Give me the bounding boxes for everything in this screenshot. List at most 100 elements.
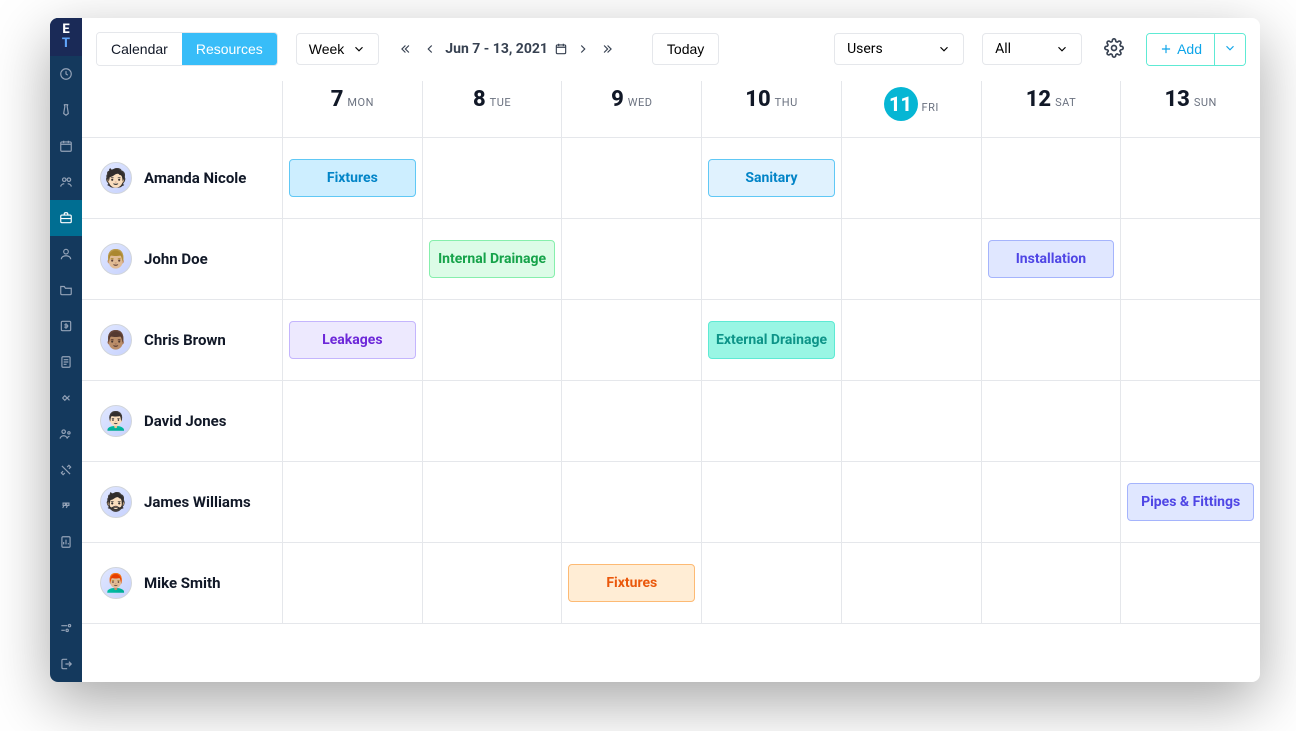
main-area: Calendar Resources Week Jun 7 - 13, 2021 (82, 18, 1260, 682)
chevron-down-icon (937, 42, 951, 56)
logout-icon[interactable] (50, 646, 82, 682)
cell-fri[interactable] (841, 300, 981, 380)
gear-icon (1104, 38, 1124, 58)
day-header-fri: 11FRI (841, 81, 981, 137)
view-toggle: Calendar Resources (96, 32, 278, 66)
task-sanitary[interactable]: Sanitary (708, 159, 835, 197)
cell-sat[interactable] (981, 462, 1121, 542)
users-map-icon[interactable] (50, 164, 82, 200)
handshake-icon[interactable] (50, 380, 82, 416)
header-spacer (82, 81, 282, 137)
cell-sat[interactable] (981, 381, 1121, 461)
briefcase-icon[interactable] (50, 200, 82, 236)
view-resources-button[interactable]: Resources (182, 33, 277, 65)
settings-sliders-icon[interactable] (50, 610, 82, 646)
cell-sun[interactable] (1120, 138, 1260, 218)
cell-sun[interactable] (1120, 300, 1260, 380)
cell-mon[interactable] (282, 543, 422, 623)
cell-wed[interactable] (561, 219, 701, 299)
cell-fri[interactable] (841, 381, 981, 461)
toolbar: Calendar Resources Week Jun 7 - 13, 2021 (82, 18, 1260, 81)
user-cell: 👨🏽 Chris Brown (82, 300, 282, 380)
prev-double-button[interactable] (397, 40, 415, 58)
task-installation[interactable]: Installation (988, 240, 1115, 278)
cell-sat[interactable] (981, 543, 1121, 623)
cell-sat[interactable] (981, 300, 1121, 380)
tools-icon[interactable] (50, 452, 82, 488)
prev-button[interactable] (421, 40, 439, 58)
today-button[interactable]: Today (652, 33, 719, 65)
next-button[interactable] (574, 40, 592, 58)
tie-icon[interactable] (50, 92, 82, 128)
all-filter-select[interactable]: All (982, 33, 1082, 65)
row-mike: 👨🏼‍🦰 Mike Smith Fixtures (82, 543, 1260, 624)
cell-mon[interactable]: Leakages (282, 300, 422, 380)
view-calendar-button[interactable]: Calendar (97, 33, 182, 65)
cell-tue[interactable] (422, 381, 562, 461)
cell-thu[interactable] (701, 543, 841, 623)
cell-mon[interactable] (282, 462, 422, 542)
dashboard-icon[interactable] (50, 56, 82, 92)
day-header-wed: 9WED (561, 81, 701, 137)
row-james: 🧔🏻 James Williams Pipes & Fittings (82, 462, 1260, 543)
sidebar: ET (50, 18, 82, 682)
task-fixtures[interactable]: Fixtures (568, 564, 695, 602)
cell-sat[interactable]: Installation (981, 219, 1121, 299)
scheduler-grid: 7MON 8TUE 9WED 10THU 11FRI 12SAT (82, 81, 1260, 682)
calendar-icon[interactable] (50, 128, 82, 164)
billing-icon[interactable] (50, 308, 82, 344)
add-button[interactable]: Add (1147, 34, 1214, 65)
date-range: Jun 7 - 13, 2021 (445, 41, 568, 57)
cell-fri[interactable] (841, 219, 981, 299)
users-filter-select[interactable]: Users (834, 33, 964, 65)
document-icon[interactable] (50, 344, 82, 380)
user-cell: 👨🏻‍🦱 David Jones (82, 381, 282, 461)
quote-icon[interactable] (50, 488, 82, 524)
cell-thu[interactable]: Sanitary (701, 138, 841, 218)
cell-tue[interactable] (422, 300, 562, 380)
task-external-drainage[interactable]: External Drainage (708, 321, 835, 359)
cell-fri[interactable] (841, 138, 981, 218)
cell-tue[interactable] (422, 543, 562, 623)
report-icon[interactable] (50, 524, 82, 560)
cell-wed[interactable] (561, 462, 701, 542)
cell-wed[interactable]: Fixtures (561, 543, 701, 623)
cell-fri[interactable] (841, 462, 981, 542)
team-icon[interactable] (50, 416, 82, 452)
cell-tue[interactable] (422, 138, 562, 218)
cell-thu[interactable] (701, 381, 841, 461)
cell-sat[interactable] (981, 138, 1121, 218)
header-row: 7MON 8TUE 9WED 10THU 11FRI 12SAT (82, 81, 1260, 138)
folder-icon[interactable] (50, 272, 82, 308)
cell-thu[interactable] (701, 462, 841, 542)
cell-sun[interactable] (1120, 543, 1260, 623)
cell-mon[interactable] (282, 381, 422, 461)
user-cell: 🧑🏻 Amanda Nicole (82, 138, 282, 218)
avatar: 👨🏼 (100, 243, 132, 275)
add-dropdown-button[interactable] (1214, 34, 1245, 65)
task-pipes-fittings[interactable]: Pipes & Fittings (1127, 483, 1254, 521)
cell-wed[interactable] (561, 300, 701, 380)
cell-sun[interactable] (1120, 219, 1260, 299)
cell-sun[interactable] (1120, 381, 1260, 461)
user-cell: 👨🏼 John Doe (82, 219, 282, 299)
cell-tue[interactable] (422, 462, 562, 542)
cell-thu[interactable]: External Drainage (701, 300, 841, 380)
task-leakages[interactable]: Leakages (289, 321, 416, 359)
task-internal-drainage[interactable]: Internal Drainage (429, 240, 556, 278)
period-select[interactable]: Week (296, 33, 380, 65)
cell-wed[interactable] (561, 381, 701, 461)
task-fixtures[interactable]: Fixtures (289, 159, 416, 197)
cell-mon[interactable]: Fixtures (282, 138, 422, 218)
user-icon[interactable] (50, 236, 82, 272)
settings-button[interactable] (1100, 34, 1128, 65)
cell-sun[interactable]: Pipes & Fittings (1120, 462, 1260, 542)
cell-mon[interactable] (282, 219, 422, 299)
cell-fri[interactable] (841, 543, 981, 623)
add-button-group: Add (1146, 33, 1246, 66)
cell-tue[interactable]: Internal Drainage (422, 219, 562, 299)
row-david: 👨🏻‍🦱 David Jones (82, 381, 1260, 462)
next-double-button[interactable] (598, 40, 616, 58)
cell-thu[interactable] (701, 219, 841, 299)
cell-wed[interactable] (561, 138, 701, 218)
